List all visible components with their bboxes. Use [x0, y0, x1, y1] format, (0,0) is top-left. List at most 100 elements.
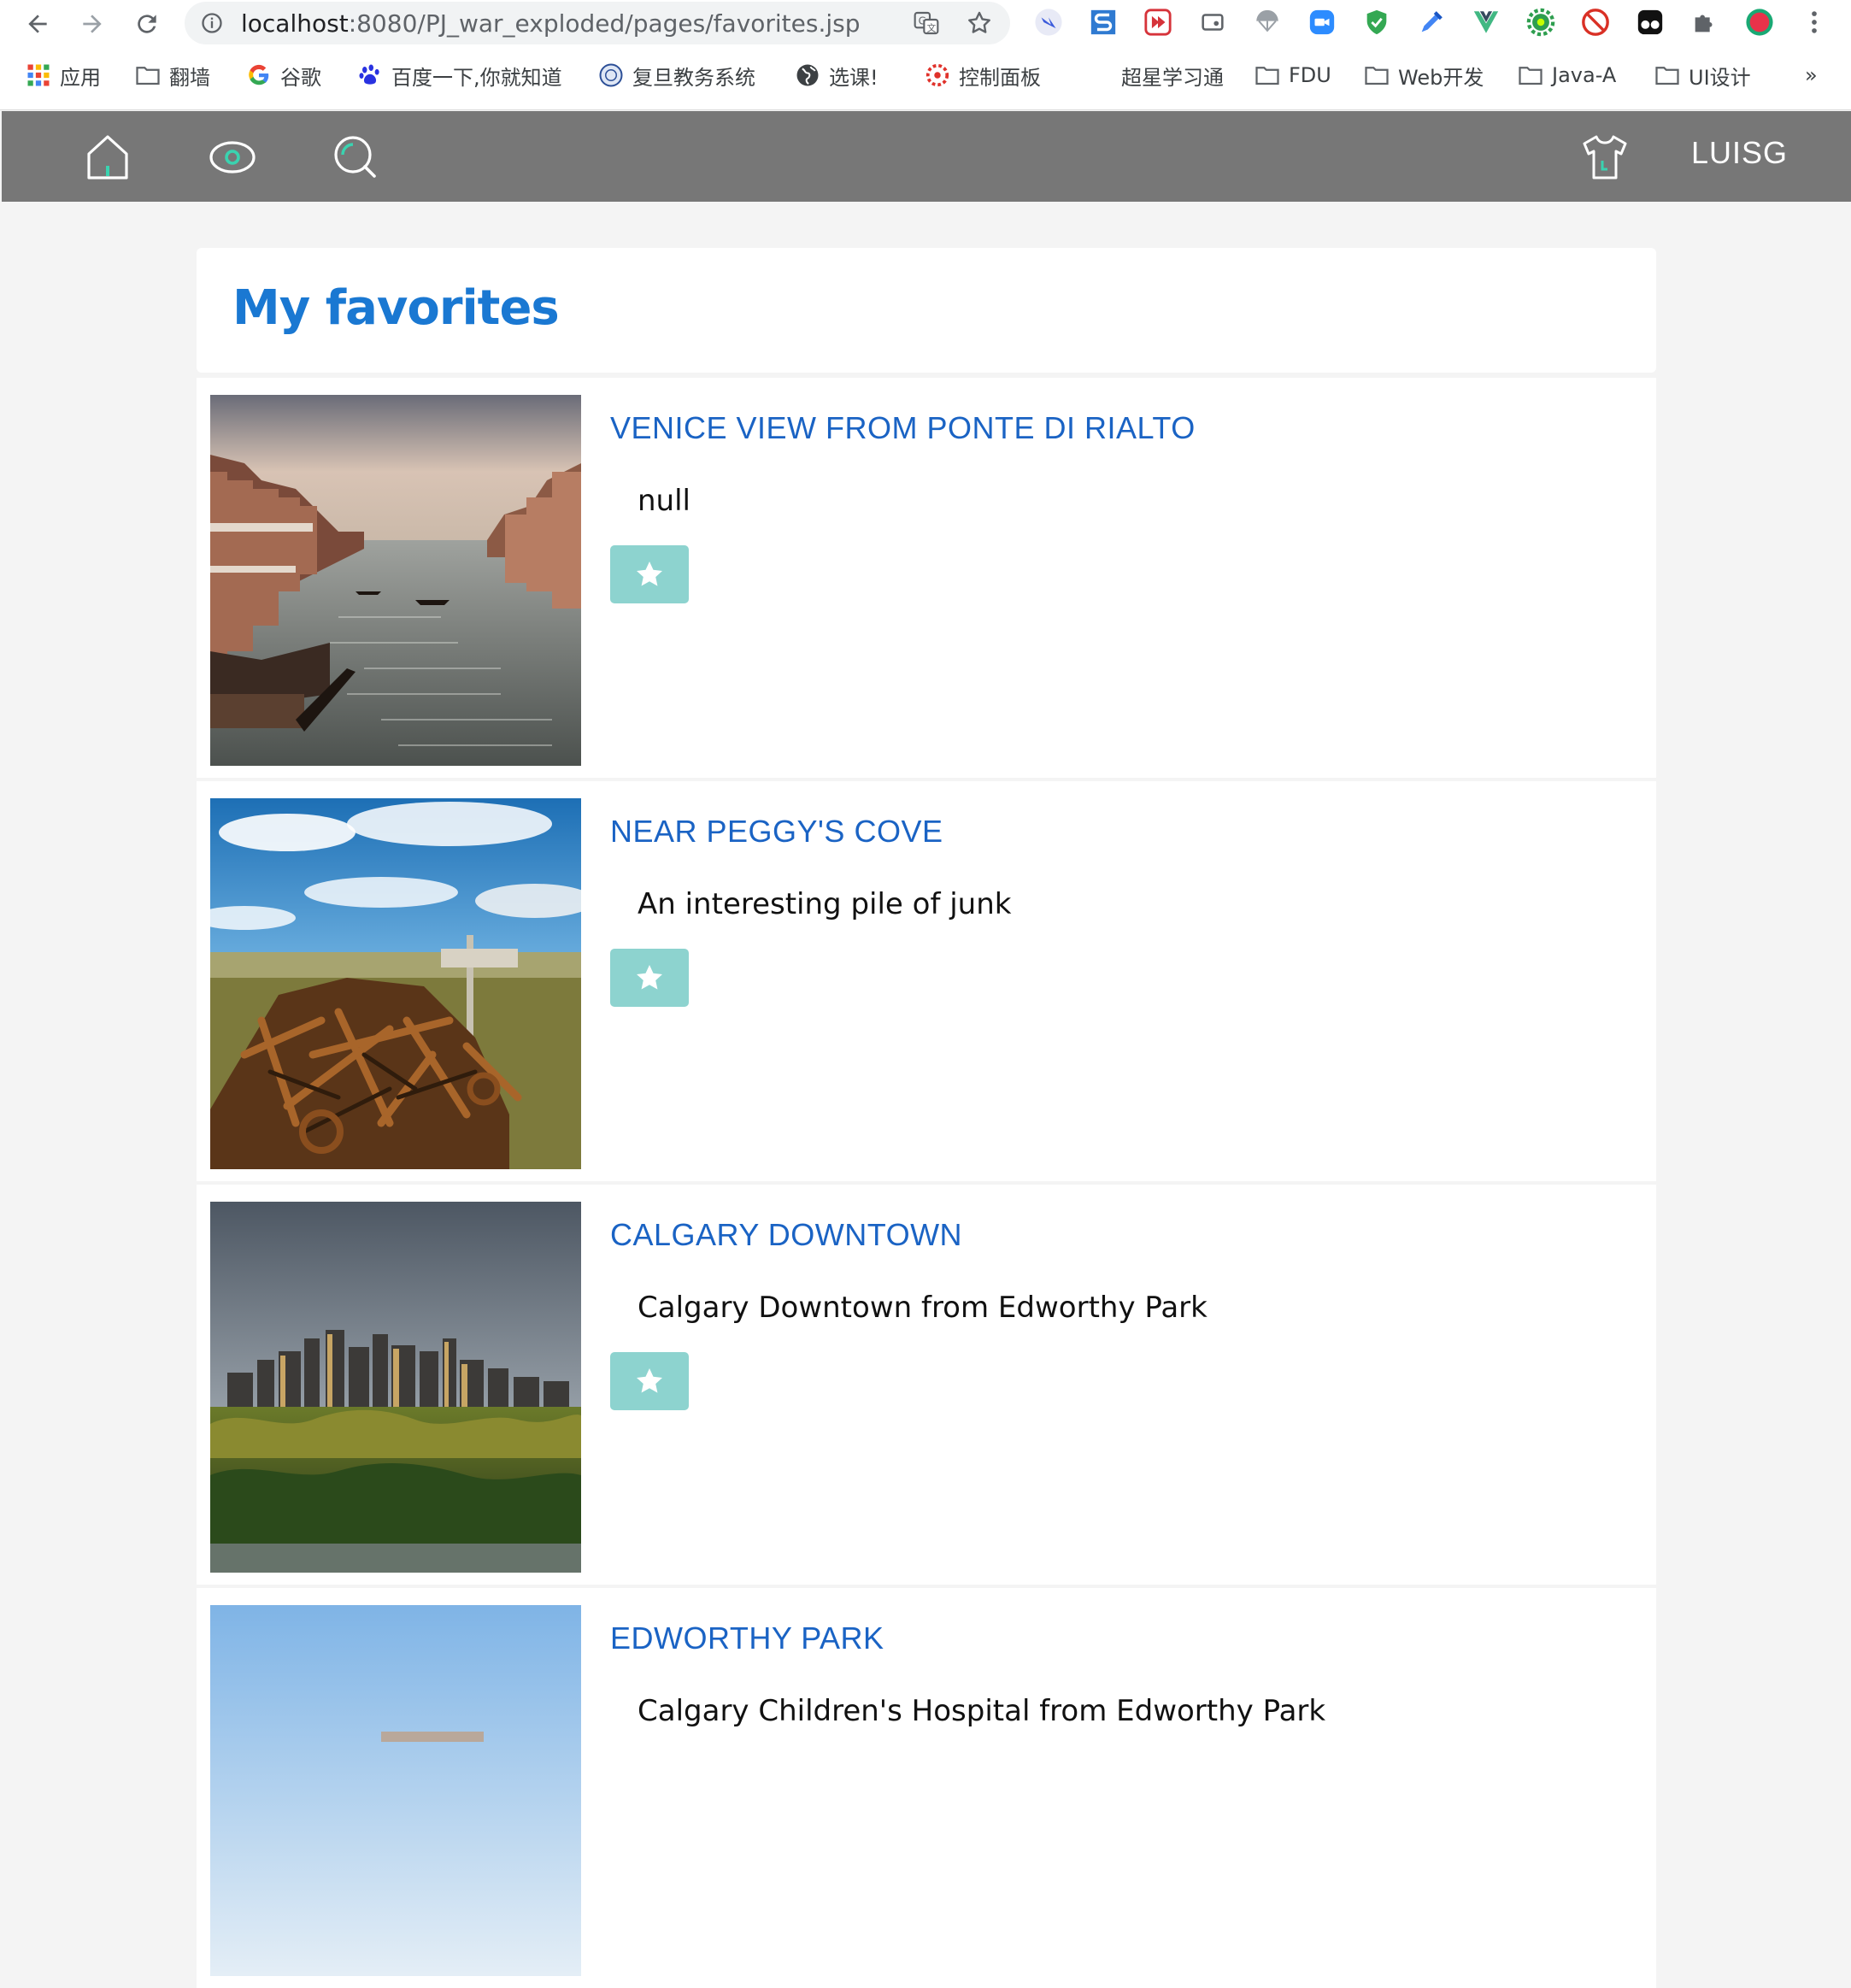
url-host: localhost — [241, 9, 349, 38]
extension-parachute-icon[interactable] — [1251, 6, 1284, 38]
unfavorite-button[interactable] — [610, 545, 689, 603]
bookmark-label: UI设计 — [1689, 65, 1751, 90]
bookmark-chaoxing[interactable]: 超星学习通 — [1121, 60, 1224, 91]
home-link[interactable] — [82, 132, 133, 183]
folder-icon — [1655, 67, 1679, 85]
favorite-description: Calgary Downtown from Edworthy Park — [638, 1291, 1208, 1325]
bookmark-folder-fdu[interactable]: FDU — [1255, 60, 1331, 91]
hospital-park-photo[interactable] — [210, 1605, 581, 1976]
search-icon — [334, 136, 376, 178]
unfavorite-button[interactable] — [610, 1352, 689, 1410]
favorite-title[interactable]: Venice View from Ponte di Rialto — [610, 410, 1196, 446]
extension-zoom-icon[interactable] — [1306, 6, 1338, 38]
bookmark-folder-java[interactable]: Java-A — [1518, 60, 1616, 91]
reload-button[interactable] — [128, 5, 166, 43]
reload-icon — [138, 15, 156, 33]
tshirt-icon — [1583, 135, 1627, 179]
bookmark-folder-fanqiang[interactable]: 翻墙 — [135, 60, 210, 91]
bookmark-label: 控制面板 — [959, 65, 1041, 90]
extension-adblock-icon[interactable] — [1579, 6, 1612, 38]
translate-icon[interactable]: G文 — [913, 9, 940, 37]
favorite-title[interactable]: Near Peggy's Cove — [610, 814, 943, 850]
bookmark-apps[interactable]: 应用 — [26, 60, 101, 91]
bookmark-label: 复旦教务系统 — [632, 65, 755, 90]
extension-eyedropper-icon[interactable] — [1415, 6, 1448, 38]
bookmark-baidu[interactable]: 百度一下,你就知道 — [357, 60, 562, 91]
fudan-seal-icon — [599, 63, 623, 87]
gear-red-icon — [925, 63, 949, 87]
favorite-card: Near Peggy's Cove An interesting pile of… — [197, 781, 1656, 1181]
bookmark-google[interactable]: 谷歌 — [246, 60, 321, 91]
overflow-chevron-icon: » — [1805, 63, 1818, 87]
bookmark-label: Java-A — [1552, 63, 1617, 87]
extension-vue-icon[interactable] — [1470, 6, 1502, 38]
bookmark-label: 翻墙 — [169, 65, 210, 90]
baidu-paw-icon — [359, 64, 379, 85]
bookmark-label: 谷歌 — [280, 65, 321, 90]
folder-icon — [136, 67, 160, 85]
folder-icon — [1519, 67, 1542, 85]
favorite-description: null — [638, 484, 690, 518]
back-button[interactable] — [19, 5, 56, 43]
search-link[interactable] — [330, 132, 381, 183]
google-icon — [249, 64, 269, 85]
bookmark-label: FDU — [1289, 63, 1331, 87]
upload-link[interactable] — [1579, 132, 1631, 183]
arrow-right-icon — [83, 15, 102, 33]
star-icon — [637, 1368, 662, 1393]
favorite-description: An interesting pile of junk — [638, 887, 1012, 921]
bookmark-folder-ui[interactable]: UI设计 — [1654, 60, 1751, 91]
extension-gear-green-icon[interactable] — [1525, 6, 1557, 38]
extension-fastforward-icon[interactable] — [1142, 6, 1174, 38]
address-bar[interactable]: localhost:8080/PJ_war_exploded/pages/fav… — [185, 2, 1010, 44]
browser-chrome: localhost:8080/PJ_war_exploded/pages/fav… — [0, 0, 1851, 110]
bookmark-folder-web[interactable]: Web开发 — [1364, 60, 1484, 91]
bookmark-label: 超星学习通 — [1121, 65, 1224, 90]
favorite-card: Edworthy Park Calgary Children's Hospita… — [197, 1588, 1656, 1988]
info-icon[interactable] — [200, 11, 224, 35]
forward-button[interactable] — [73, 5, 111, 43]
home-icon — [87, 135, 128, 179]
star-bookmark-icon[interactable] — [966, 9, 993, 37]
bookmark-label: Web开发 — [1398, 65, 1484, 90]
calgary-skyline-photo[interactable] — [210, 1202, 581, 1573]
favorite-card: Calgary Downtown Calgary Downtown from E… — [197, 1185, 1656, 1585]
extension-s-icon[interactable] — [1087, 6, 1119, 38]
url-text[interactable]: localhost:8080/PJ_war_exploded/pages/fav… — [241, 9, 861, 38]
eye-icon — [209, 141, 256, 174]
arrow-left-icon — [28, 15, 47, 33]
favorites-header-panel: My favorites — [197, 248, 1656, 373]
folder-icon — [1365, 67, 1389, 85]
unfavorite-button[interactable] — [610, 949, 689, 1007]
bookmark-control-panel[interactable]: 控制面板 — [925, 60, 1041, 91]
bookmark-label: 应用 — [60, 65, 101, 90]
url-path: :8080/PJ_war_exploded/pages/favorites.js… — [348, 9, 861, 38]
bookmark-xuanke[interactable]: 选课! — [795, 60, 878, 91]
extensions-puzzle-icon[interactable] — [1689, 6, 1721, 38]
bookmark-fudan[interactable]: 复旦教务系统 — [598, 60, 755, 91]
globe-icon — [796, 64, 819, 86]
rusty-junk-photo[interactable] — [210, 798, 581, 1169]
star-icon — [637, 965, 662, 990]
extension-cast-icon[interactable] — [1196, 6, 1229, 38]
bookmark-label: 选课! — [829, 65, 878, 90]
favorite-card: Venice View from Ponte di Rialto null — [197, 378, 1656, 778]
extension-swift-icon[interactable] — [1032, 6, 1065, 38]
star-icon — [637, 562, 662, 586]
menu-kebab-icon[interactable] — [1798, 6, 1830, 38]
folder-icon — [1255, 67, 1279, 85]
bookmarks-overflow-button[interactable]: » — [1805, 60, 1818, 91]
favorite-title[interactable]: Calgary Downtown — [610, 1217, 962, 1253]
extension-tampermonkey-icon[interactable] — [1634, 6, 1666, 38]
bookmark-label: 百度一下,你就知道 — [391, 65, 562, 90]
user-menu[interactable]: LUISG — [1691, 135, 1788, 171]
apps-grid-icon — [27, 64, 50, 86]
browse-link[interactable] — [207, 132, 258, 183]
venice-canal-photo[interactable] — [210, 395, 581, 766]
profile-avatar[interactable] — [1743, 6, 1776, 38]
favorite-title[interactable]: Edworthy Park — [610, 1620, 884, 1656]
site-navbar: LUISG — [2, 111, 1851, 202]
page-title: My favorites — [232, 280, 560, 336]
svg-text:文: 文 — [927, 22, 937, 33]
extension-shield-icon[interactable] — [1360, 6, 1393, 38]
